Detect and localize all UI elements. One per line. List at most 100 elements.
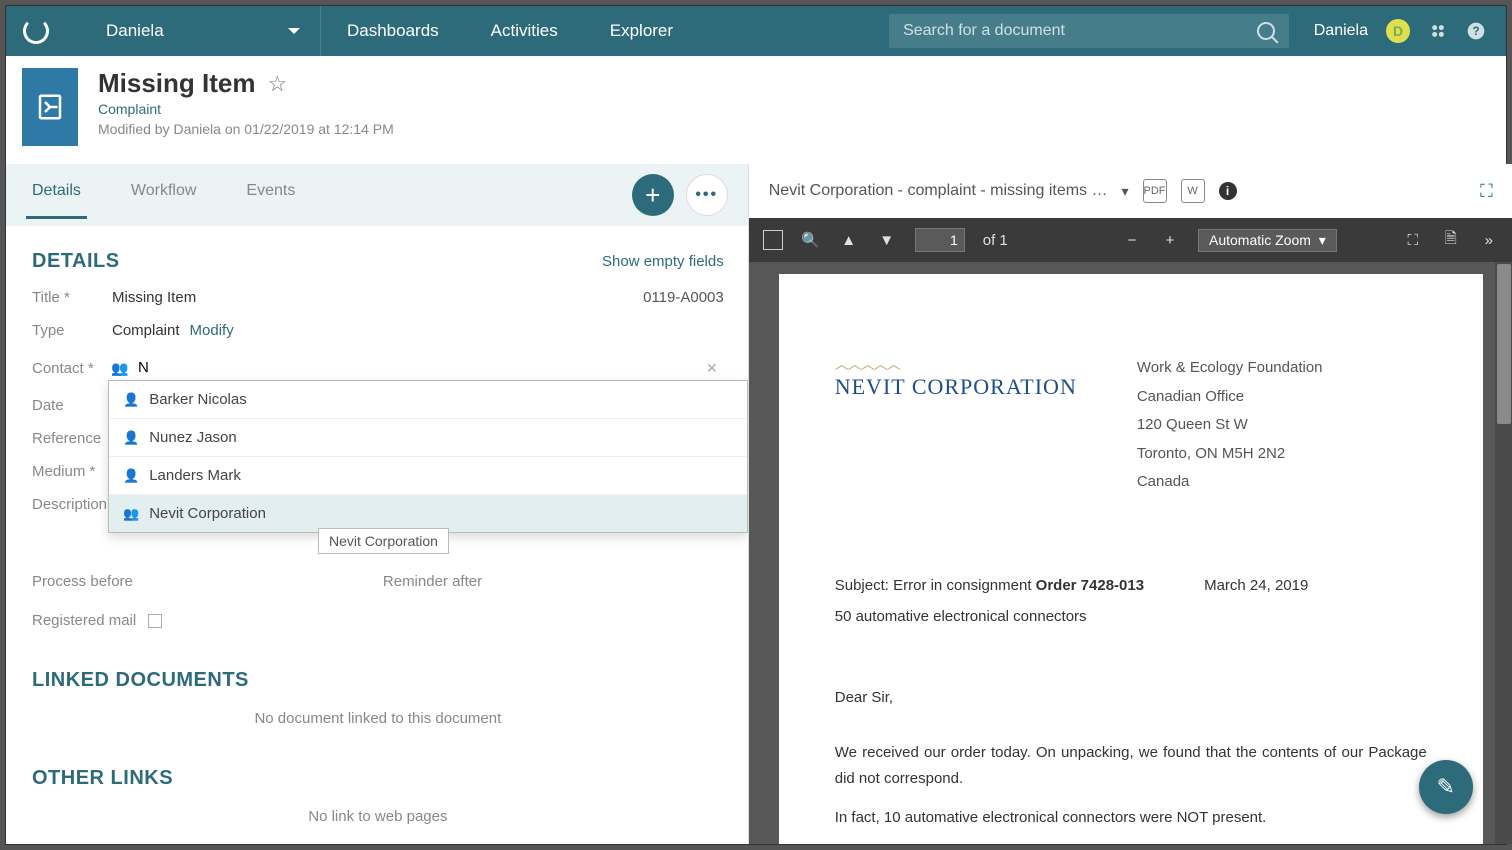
ac-option[interactable]: 👤 Landers Mark xyxy=(109,457,747,495)
edit-fab[interactable]: ✎ xyxy=(1419,760,1473,814)
field-label-medium: Medium * xyxy=(32,463,112,480)
nav-activities[interactable]: Activities xyxy=(465,6,584,56)
scroll-thumb[interactable] xyxy=(1497,264,1511,424)
modify-type-link[interactable]: Modify xyxy=(190,322,234,339)
tab-details[interactable]: Details xyxy=(26,176,87,219)
contact-autocomplete: 👤Barker Nicolas 👤 Nunez Jason 👤 Landers Ma… xyxy=(108,380,748,533)
letter-subject: Subject: Error in consignment Order 7428… xyxy=(835,577,1144,594)
group-icon: 👥 xyxy=(123,506,139,522)
addr-line: 120 Queen St W xyxy=(1137,411,1323,440)
zoom-select[interactable]: Automatic Zoom ▾ xyxy=(1198,229,1337,252)
field-value-type: Complaint xyxy=(112,322,180,339)
nav-dashboards[interactable]: Dashboards xyxy=(321,6,465,56)
line-items: 50 automative electronical connectors xyxy=(835,608,1427,625)
page-total: of 1 xyxy=(983,232,1008,249)
field-label-type: Type xyxy=(32,322,112,339)
avatar[interactable]: D xyxy=(1386,19,1410,43)
page-number-input[interactable] xyxy=(915,228,965,252)
expand-preview-icon[interactable]: ⛶ xyxy=(1480,181,1493,202)
letter-logo: NEVIT CORPORATION xyxy=(835,374,1077,400)
letter-date: March 24, 2019 xyxy=(1204,577,1308,594)
pdf-search-icon[interactable]: 🔍 xyxy=(801,230,821,250)
person-icon: 👤 xyxy=(123,468,139,484)
group-icon: 👥 xyxy=(112,360,128,376)
field-label-registered-mail: Registered mail xyxy=(32,612,136,629)
add-button[interactable]: + xyxy=(632,174,674,216)
nav-explorer[interactable]: Explorer xyxy=(584,6,699,56)
details-body: DETAILS Show empty fields Title * Missin… xyxy=(6,226,748,844)
tabs-row: Details Workflow Events + ••• xyxy=(6,164,748,226)
info-icon[interactable]: i xyxy=(1219,182,1237,200)
section-details-title: DETAILS xyxy=(32,250,120,273)
linked-empty: No document linked to this document xyxy=(32,710,724,727)
workspace-selector[interactable]: Daniela xyxy=(66,6,321,56)
tab-workflow[interactable]: Workflow xyxy=(125,176,203,219)
more-tools-icon[interactable]: » xyxy=(1479,230,1499,250)
page-up-icon[interactable]: ▲ xyxy=(839,230,859,250)
zoom-out-icon[interactable]: − xyxy=(1122,230,1142,250)
preview-header: Nevit Corporation - complaint - missing … xyxy=(749,164,1512,218)
subject-label: Subject: Error in consignment xyxy=(835,577,1036,594)
svg-text:?: ? xyxy=(1472,25,1479,38)
favorite-star-icon[interactable]: ☆ xyxy=(267,71,287,97)
clear-input-icon[interactable]: ✕ xyxy=(706,360,724,377)
chevron-down-icon xyxy=(288,28,300,34)
addr-line: Work & Ecology Foundation xyxy=(1137,354,1323,383)
pdf-page: ︿︿︿︿︿ NEVIT CORPORATION Work & Ecology F… xyxy=(779,274,1483,844)
field-label-date: Date xyxy=(32,397,112,414)
field-label-title: Title * xyxy=(32,289,112,306)
logo-decoration: ︿︿︿︿︿ xyxy=(835,354,1077,374)
field-label-reference: Reference xyxy=(32,430,112,447)
username[interactable]: Daniela xyxy=(1314,22,1368,40)
section-linked-title: LINKED DOCUMENTS xyxy=(32,669,724,692)
global-search[interactable]: Search for a document xyxy=(889,14,1289,48)
app-logo[interactable] xyxy=(6,18,66,44)
registered-mail-checkbox[interactable] xyxy=(148,614,162,628)
pdf-viewport[interactable]: ︿︿︿︿︿ NEVIT CORPORATION Work & Ecology F… xyxy=(749,262,1512,844)
ac-option[interactable]: 👤Barker Nicolas xyxy=(109,381,747,419)
addr-line: Canadian Office xyxy=(1137,383,1323,412)
document-type-icon xyxy=(22,68,78,146)
page-down-icon[interactable]: ▼ xyxy=(877,230,897,250)
ac-option[interactable]: 👥Nevit Corporation xyxy=(109,495,747,532)
pdf-scrollbar[interactable] xyxy=(1495,262,1512,844)
zoom-in-icon[interactable]: + xyxy=(1160,230,1180,250)
preview-filename: Nevit Corporation - complaint - missing … xyxy=(769,182,1108,200)
letter-paragraph: We received our order today. On unpackin… xyxy=(835,740,1427,791)
logo-spinner-icon xyxy=(23,18,49,44)
recipient-address: Work & Ecology Foundation Canadian Offic… xyxy=(1137,354,1323,497)
otherlinks-empty: No link to web pages xyxy=(32,808,724,825)
tab-events[interactable]: Events xyxy=(240,176,301,219)
right-pane: Nevit Corporation - complaint - missing … xyxy=(749,164,1512,844)
sidebar-toggle-icon[interactable] xyxy=(763,230,783,250)
top-right: Daniela D ? xyxy=(1314,19,1506,43)
show-empty-fields-link[interactable]: Show empty fields xyxy=(602,253,724,270)
letter-paragraph: In fact, 10 automative electronical conn… xyxy=(835,805,1427,831)
settings-icon[interactable] xyxy=(1428,21,1448,41)
field-label-reminder-after: Reminder after xyxy=(383,573,482,590)
person-icon: 👤 xyxy=(123,430,139,446)
open-file-icon[interactable]: 🗎 xyxy=(1441,230,1461,250)
help-icon[interactable]: ? xyxy=(1466,21,1486,41)
fullscreen-icon[interactable]: ⛶ xyxy=(1403,230,1423,250)
field-label-description: Description xyxy=(32,496,107,513)
addr-line: Canada xyxy=(1137,468,1323,497)
main-split: Details Workflow Events + ••• DETAILS Sh… xyxy=(6,164,1506,844)
ac-option[interactable]: 👤 Nunez Jason xyxy=(109,419,747,457)
ac-option-label: Nunez Jason xyxy=(149,429,237,446)
preview-dropdown-icon[interactable]: ▾ xyxy=(1122,183,1129,200)
more-actions-button[interactable]: ••• xyxy=(686,174,728,216)
workspace-name: Daniela xyxy=(106,21,164,41)
document-type-link[interactable]: Complaint xyxy=(98,101,394,117)
greeting: Dear Sir, xyxy=(835,685,1427,711)
contact-input[interactable] xyxy=(136,355,706,381)
ac-option-label: Landers Mark xyxy=(149,467,241,484)
order-number: Order 7428-013 xyxy=(1036,577,1144,594)
pdf-file-icon[interactable]: PDF xyxy=(1143,179,1167,203)
document-header: Missing Item ☆ Complaint Modified by Dan… xyxy=(6,56,1506,164)
left-pane: Details Workflow Events + ••• DETAILS Sh… xyxy=(6,164,749,844)
main-nav: Dashboards Activities Explorer xyxy=(321,6,699,56)
field-label-process-before: Process before xyxy=(32,573,133,590)
modified-info: Modified by Daniela on 01/22/2019 at 12:… xyxy=(98,121,394,137)
word-file-icon[interactable]: W xyxy=(1181,179,1205,203)
